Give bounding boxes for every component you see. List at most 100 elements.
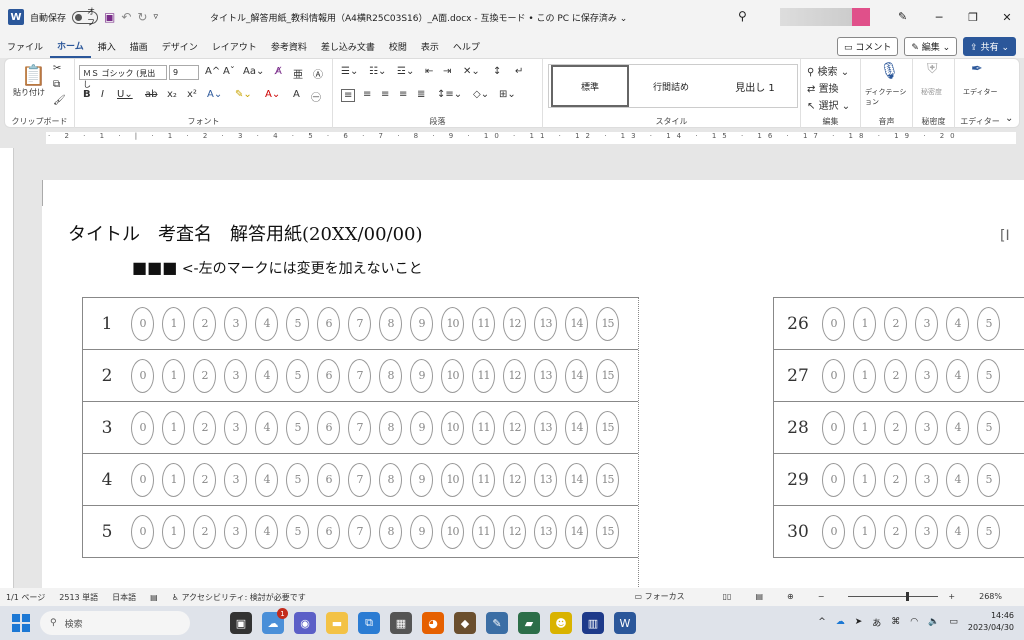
answer-bubble[interactable]: 12 — [503, 306, 526, 341]
restore-icon[interactable]: ❐ — [956, 0, 990, 34]
start-icon[interactable] — [12, 614, 30, 632]
document-heading[interactable]: タイトル 考査名 解答用紙(20XX/00/00) — [68, 220, 423, 246]
answer-bubble[interactable]: 3 — [915, 306, 938, 341]
asian-layout-icon[interactable]: ✕⌄ — [463, 66, 480, 77]
bullets-icon[interactable]: ☰⌄ — [341, 66, 358, 77]
answer-bubble[interactable]: 2 — [193, 358, 216, 393]
app-icon[interactable]: ⧉ — [358, 612, 380, 634]
answer-bubble[interactable]: 3 — [915, 514, 938, 549]
word-taskbar-icon[interactable]: W — [614, 612, 636, 634]
close-icon[interactable]: ✕ — [990, 0, 1024, 34]
answer-bubble[interactable]: 6 — [317, 306, 340, 341]
answer-bubble[interactable]: 9 — [410, 462, 433, 497]
zoom-slider[interactable] — [848, 592, 939, 601]
answer-bubble[interactable]: 1 — [853, 358, 876, 393]
word-count[interactable]: 2513 単語 — [59, 592, 98, 603]
tab-home[interactable]: ホーム — [50, 34, 91, 58]
app4-icon[interactable]: ☻ — [550, 612, 572, 634]
paste-icon[interactable]: 📋 — [21, 63, 46, 87]
answer-bubble[interactable]: 7 — [348, 410, 371, 445]
undo-icon[interactable]: ↶ — [121, 10, 131, 24]
teams-icon[interactable]: ◉ — [294, 612, 316, 634]
answer-bubble[interactable]: 14 — [565, 514, 588, 549]
answer-bubble[interactable]: 7 — [348, 306, 371, 341]
tab-view[interactable]: 表示 — [414, 34, 446, 58]
answer-bubble[interactable]: 13 — [534, 462, 557, 497]
sensitivity-icon[interactable]: ⛨ — [927, 61, 938, 77]
language-icon[interactable]: あ — [872, 616, 881, 629]
minimize-icon[interactable]: ─ — [922, 0, 956, 34]
paint-icon[interactable]: ✎ — [486, 612, 508, 634]
answer-bubble[interactable]: 1 — [162, 514, 185, 549]
clock[interactable]: 14:46 2023/04/30 — [968, 610, 1014, 634]
cut-icon[interactable]: ✂ — [53, 63, 61, 74]
style-normal[interactable]: 標準 — [551, 65, 629, 107]
distributed-icon[interactable]: ≣ — [417, 89, 425, 100]
italic-icon[interactable]: I — [101, 89, 104, 100]
share-button[interactable]: ⇪ 共有 ⌄ — [963, 37, 1016, 56]
answer-bubble[interactable]: 2 — [193, 410, 216, 445]
answer-bubble[interactable]: 2 — [884, 462, 907, 497]
answer-bubble[interactable]: 1 — [162, 410, 185, 445]
answer-bubble[interactable]: 8 — [379, 410, 402, 445]
answer-bubble[interactable]: 14 — [565, 358, 588, 393]
answer-bubble[interactable]: 2 — [884, 514, 907, 549]
answer-bubble[interactable]: 8 — [379, 306, 402, 341]
search-button[interactable]: ⚲ 検索 ⌄ — [807, 63, 849, 78]
text-effects-icon[interactable]: A⌄ — [207, 89, 222, 100]
answer-bubble[interactable]: 9 — [410, 358, 433, 393]
answer-bubble[interactable]: 15 — [596, 514, 619, 549]
text-predictions-icon[interactable]: ▤ — [150, 593, 158, 602]
horizontal-ruler[interactable]: · 2 · 1 · | · 1 · 2 · 3 · 4 · 5 · 6 · 7 … — [0, 128, 1024, 148]
answer-bubble[interactable]: 12 — [503, 358, 526, 393]
ribbon-collapse-icon[interactable]: ⌄ — [1005, 113, 1013, 124]
answer-bubble[interactable]: 15 — [596, 462, 619, 497]
comment-button[interactable]: ▭ コメント — [836, 37, 899, 56]
zoom-out-icon[interactable]: − — [818, 592, 825, 601]
tab-help[interactable]: ヘルプ — [446, 34, 487, 58]
answer-bubble[interactable]: 2 — [193, 462, 216, 497]
language-indicator[interactable]: 日本語 — [112, 592, 136, 603]
char-shading-icon[interactable]: A — [293, 89, 300, 100]
font-name-field[interactable]: ＭＳ ゴシック (見出し — [79, 65, 167, 89]
select-button[interactable]: ↖ 選択 ⌄ — [807, 97, 850, 112]
enclose-icon[interactable]: ㊀ — [311, 89, 321, 104]
answer-bubble[interactable]: 7 — [348, 514, 371, 549]
answer-bubble[interactable]: 13 — [534, 514, 557, 549]
answer-bubble[interactable]: 4 — [255, 462, 278, 497]
answer-bubble[interactable]: 9 — [410, 306, 433, 341]
tab-file[interactable]: ファイル — [0, 34, 50, 58]
align-right-icon[interactable]: ≡ — [381, 89, 389, 100]
answer-bubble[interactable]: 10 — [441, 306, 464, 341]
dictate-label[interactable]: ディクテーション — [865, 87, 912, 107]
answer-bubble[interactable]: 5 — [286, 306, 309, 341]
answer-bubble[interactable]: 13 — [534, 306, 557, 341]
answer-bubble[interactable]: 0 — [822, 306, 845, 341]
app3-icon[interactable]: ▰ — [518, 612, 540, 634]
answer-bubble[interactable]: 8 — [379, 358, 402, 393]
send-icon[interactable]: ➤ — [855, 617, 863, 627]
answer-bubble[interactable]: 5 — [977, 306, 1000, 341]
answer-bubble[interactable]: 10 — [441, 514, 464, 549]
replace-button[interactable]: ⇄ 置換 — [807, 80, 839, 95]
align-center-icon[interactable]: ≡ — [363, 89, 371, 100]
answer-bubble[interactable]: 4 — [255, 410, 278, 445]
answer-bubble[interactable]: 1 — [162, 306, 185, 341]
answer-bubble[interactable]: 0 — [822, 514, 845, 549]
enclose-char-icon[interactable]: Ⓐ — [313, 66, 323, 81]
answer-bubble[interactable]: 3 — [915, 462, 938, 497]
tab-design[interactable]: デザイン — [155, 34, 205, 58]
ime-icon[interactable]: ⌘ — [891, 617, 900, 627]
phonetic-guide-icon[interactable]: 亜 — [293, 66, 303, 81]
account-area[interactable] — [780, 8, 870, 26]
answer-bubble[interactable]: 10 — [441, 358, 464, 393]
answer-bubble[interactable]: 2 — [884, 410, 907, 445]
redo-icon[interactable]: ↻ — [137, 10, 147, 24]
copy-icon[interactable]: ⧉ — [53, 79, 60, 90]
superscript-icon[interactable]: x² — [187, 89, 197, 100]
answer-bubble[interactable]: 2 — [193, 514, 216, 549]
answer-bubble[interactable]: 1 — [853, 306, 876, 341]
answer-bubble[interactable]: 0 — [131, 410, 154, 445]
answer-bubble[interactable]: 1 — [853, 462, 876, 497]
line-spacing-icon[interactable]: ↕≡⌄ — [437, 89, 462, 100]
